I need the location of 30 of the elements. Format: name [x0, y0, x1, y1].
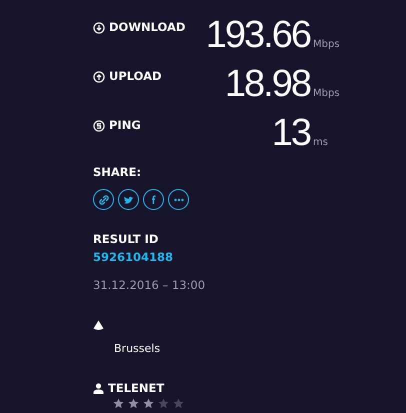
download-icon — [93, 22, 105, 34]
result-id-label: RESULT ID — [93, 231, 160, 248]
share-button[interactable] — [118, 189, 139, 210]
star-icon — [128, 398, 139, 409]
share-button[interactable] — [168, 189, 189, 210]
metric-label: PING — [109, 117, 141, 134]
result-id-link[interactable]: 5926104188 — [93, 248, 345, 266]
share-button[interactable] — [93, 189, 114, 210]
star-icon — [173, 398, 184, 409]
star-icon — [113, 398, 124, 409]
metric-value: 193.66 — [206, 17, 310, 53]
server-city: Brussels — [114, 341, 162, 357]
share-button[interactable] — [143, 189, 164, 210]
share-label: SHARE: — [93, 164, 142, 181]
star-icon — [158, 398, 169, 409]
metric-unit: ms — [313, 136, 329, 150]
upload-icon — [93, 70, 105, 83]
star-icon — [143, 398, 154, 409]
ping-icon — [93, 120, 105, 132]
metric-label: UPLOAD — [109, 68, 162, 85]
user-icon — [93, 382, 104, 394]
link-icon — [96, 192, 110, 207]
metric-unit: Mbps — [313, 87, 341, 101]
metric-label: DOWNLOAD — [109, 19, 186, 36]
metric-value: 18.98 — [224, 66, 310, 102]
result-datetime: 31.12.2016 – 13:00 — [93, 276, 206, 294]
metric-value: 13 — [272, 115, 310, 151]
metric-unit: Mbps — [313, 38, 341, 52]
server-icon — [93, 320, 104, 331]
isp-name: TELENET — [108, 380, 164, 396]
